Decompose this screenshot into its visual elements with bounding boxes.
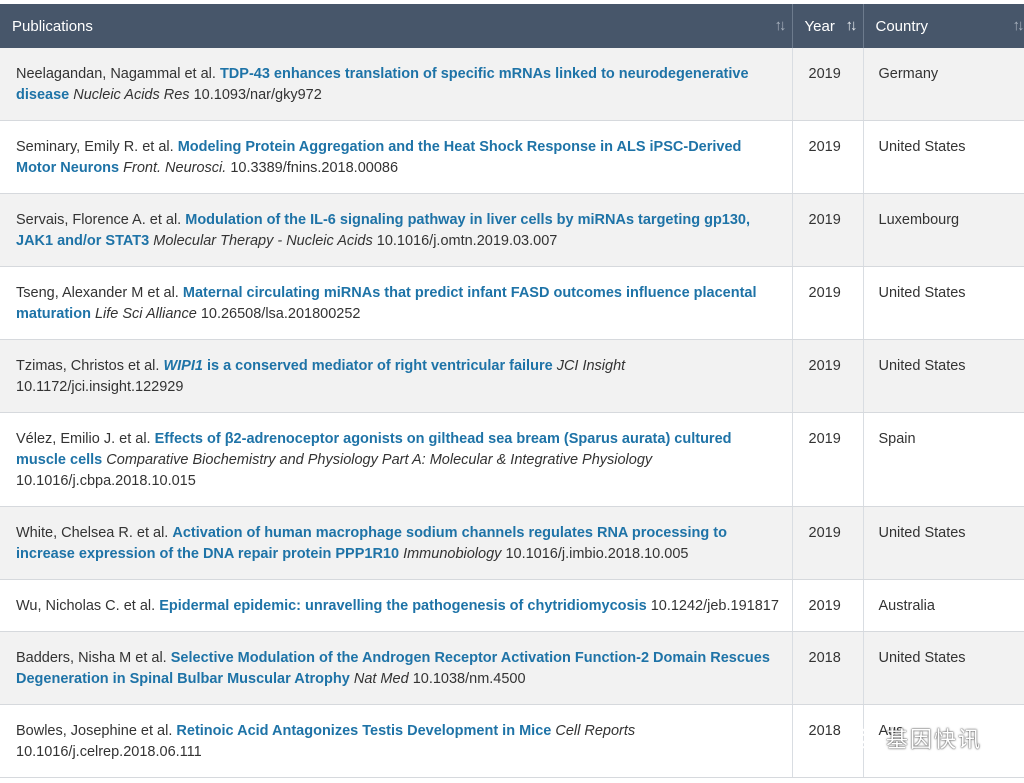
table-row: Seminary, Emily R. et al. Modeling Prote… (0, 120, 1024, 194)
year-cell: 2019 (792, 266, 864, 340)
sort-desc-icon[interactable]: ↑↓ (846, 17, 858, 34)
authors: Bowles, Josephine et al. (16, 723, 173, 739)
year-cell: 2019 (792, 412, 864, 507)
country-cell: Luxembourg (863, 193, 1024, 267)
doi: 10.1242/jeb.191817 (650, 598, 779, 614)
year-cell: 2019 (792, 506, 864, 580)
table-header-row: Publications ↑↓ Year ↑↓ Country ↑↓ (0, 4, 1024, 48)
watermark-text: 基因快讯 (886, 728, 983, 753)
publication-cell: Neelagandan, Nagammal et al. TDP-43 enha… (0, 48, 793, 121)
publication-cell: Bowles, Josephine et al. Retinoic Acid A… (0, 704, 793, 778)
publication-title-link[interactable]: WIPI1 is a conserved mediator of right v… (163, 358, 552, 374)
country-cell: United States (863, 266, 1024, 340)
publication-cell: Servais, Florence A. et al. Modulation o… (0, 193, 793, 267)
authors: Tseng, Alexander M et al. (16, 285, 179, 301)
doi: 10.1016/j.omtn.2019.03.007 (376, 233, 558, 249)
authors: White, Chelsea R. et al. (16, 525, 169, 541)
table-row: Servais, Florence A. et al. Modulation o… (0, 193, 1024, 267)
publication-cell: Wu, Nicholas C. et al. Epidermal epidemi… (0, 579, 793, 632)
journal-name: Nucleic Acids Res (73, 87, 190, 103)
column-header-country[interactable]: Country ↑↓ (863, 4, 1024, 48)
publication-cell: Tzimas, Christos et al. WIPI1 is a conse… (0, 339, 793, 413)
publication-title-link[interactable]: Retinoic Acid Antagonizes Testis Develop… (176, 723, 551, 739)
table-row: Neelagandan, Nagammal et al. TDP-43 enha… (0, 48, 1024, 121)
year-cell: 2019 (792, 193, 864, 267)
authors: Servais, Florence A. et al. (16, 212, 182, 228)
publication-cell: Tseng, Alexander M et al. Maternal circu… (0, 266, 793, 340)
year-cell: 2018 (792, 631, 864, 705)
journal-name: Immunobiology (403, 546, 502, 562)
column-header-publications[interactable]: Publications ↑↓ (0, 4, 793, 48)
doi: 10.1016/j.imbio.2018.10.005 (505, 546, 689, 562)
doi: 10.1038/nm.4500 (412, 671, 526, 687)
column-header-label: Country (875, 17, 929, 35)
journal-name: Molecular Therapy - Nucleic Acids (153, 233, 373, 249)
table-row: White, Chelsea R. et al. Activation of h… (0, 506, 1024, 580)
column-header-year[interactable]: Year ↑↓ (792, 4, 864, 48)
doi: 10.3389/fnins.2018.00086 (230, 160, 399, 176)
authors: Neelagandan, Nagammal et al. (16, 66, 216, 82)
authors: Wu, Nicholas C. et al. (16, 598, 156, 614)
publication-cell: Seminary, Emily R. et al. Modeling Prote… (0, 120, 793, 194)
column-header-label: Year (804, 17, 835, 35)
table-row: Wu, Nicholas C. et al. Epidermal epidemi… (0, 579, 1024, 632)
journal-name: Nat Med (353, 671, 409, 687)
country-cell: United States (863, 631, 1024, 705)
table-row: Badders, Nisha M et al. Selective Modula… (0, 631, 1024, 705)
publication-title-link[interactable]: Epidermal epidemic: unravelling the path… (159, 598, 646, 614)
year-cell: 2019 (792, 579, 864, 632)
journal-name: JCI Insight (556, 358, 626, 374)
table-row: Tseng, Alexander M et al. Maternal circu… (0, 266, 1024, 340)
country-cell: United States (863, 506, 1024, 580)
watermark: 基因快讯 (846, 723, 982, 753)
journal-name: Front. Neurosci. (123, 160, 227, 176)
sort-icon[interactable]: ↑↓ (775, 17, 787, 34)
journal-name: Comparative Biochemistry and Physiology … (106, 452, 653, 468)
authors: Badders, Nisha M et al. (16, 650, 167, 666)
year-cell: 2019 (792, 120, 864, 194)
year-cell: 2019 (792, 48, 864, 121)
table-row: Tzimas, Christos et al. WIPI1 is a conse… (0, 339, 1024, 413)
gene-name: WIPI1 (163, 358, 203, 374)
country-cell: Spain (863, 412, 1024, 507)
wechat-icon (846, 727, 875, 749)
doi: 10.1016/j.cbpa.2018.10.015 (16, 473, 196, 489)
publication-cell: Badders, Nisha M et al. Selective Modula… (0, 631, 793, 705)
sort-icon[interactable]: ↑↓ (1013, 17, 1024, 34)
authors: Vélez, Emilio J. et al. (16, 431, 151, 447)
year-cell: 2019 (792, 339, 864, 413)
column-header-label: Publications (12, 17, 93, 35)
country-cell: United States (863, 339, 1024, 413)
doi: 10.26508/lsa.201800252 (200, 306, 361, 322)
authors: Seminary, Emily R. et al. (16, 139, 174, 155)
doi: 10.1172/jci.insight.122929 (16, 379, 184, 395)
journal-name: Cell Reports (555, 723, 636, 739)
publication-cell: Vélez, Emilio J. et al. Effects of β2-ad… (0, 412, 793, 507)
journal-name: Life Sci Alliance (94, 306, 197, 322)
country-cell: Australia (863, 579, 1024, 632)
publication-cell: White, Chelsea R. et al. Activation of h… (0, 506, 793, 580)
doi: 10.1016/j.celrep.2018.06.111 (16, 744, 202, 760)
country-cell: United States (863, 120, 1024, 194)
title-text: is a conserved mediator of right ventric… (202, 358, 553, 374)
table-row: Vélez, Emilio J. et al. Effects of β2-ad… (0, 412, 1024, 507)
country-cell: Germany (863, 48, 1024, 121)
doi: 10.1093/nar/gky972 (193, 87, 322, 103)
publications-table: Publications ↑↓ Year ↑↓ Country ↑↓ Neela… (0, 4, 1024, 778)
authors: Tzimas, Christos et al. (16, 358, 160, 374)
